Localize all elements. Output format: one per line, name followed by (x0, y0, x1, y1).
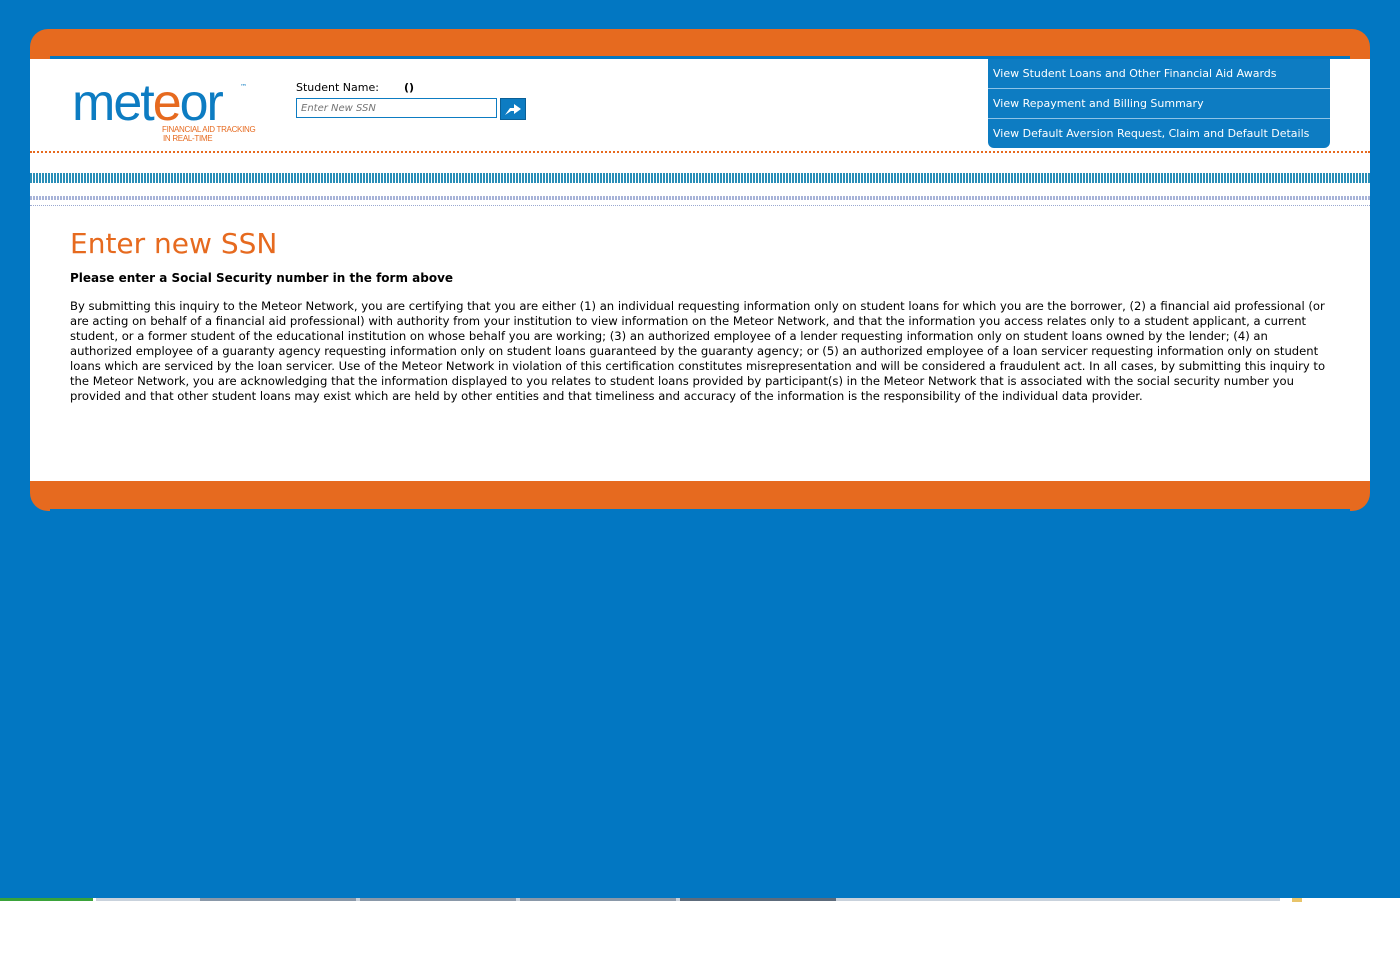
taskbar-button[interactable] (520, 898, 676, 901)
divider-orange (30, 151, 1370, 153)
logo-tagline-line-1: FINANCIAL AID TRACKING (162, 125, 256, 134)
logo-o-mark: e (152, 74, 182, 132)
disclaimer-text: By submitting this inquiry to the Meteor… (70, 299, 1326, 403)
arrow-go-icon (505, 104, 521, 115)
footer-bar (30, 481, 1370, 511)
logo-trademark: ™ (240, 83, 247, 91)
student-name-label: Student Name: (296, 81, 379, 94)
divider-teal (30, 173, 1370, 183)
taskbar (0, 898, 1400, 964)
page-frame: meteor ™ FINANCIAL AID TRACKING IN REAL-… (30, 29, 1370, 511)
ssn-input[interactable] (296, 98, 497, 118)
instruction-text: Please enter a Social Security number in… (70, 271, 454, 285)
logo-wordmark: meteor (72, 74, 224, 132)
ssn-submit-button[interactable] (500, 98, 526, 120)
taskbar-button[interactable] (200, 898, 356, 901)
taskbar-button-active[interactable] (680, 898, 836, 901)
footer-bar-accent (50, 509, 1350, 511)
logo-tagline: FINANCIAL AID TRACKING IN REAL-TIME (162, 125, 256, 143)
tray-icon[interactable] (1292, 898, 1302, 902)
logo-tagline-line-2: IN REAL-TIME (163, 134, 213, 143)
taskbar-button[interactable] (360, 898, 516, 901)
page-title: Enter new SSN (70, 227, 278, 260)
divider-dotted (30, 205, 1370, 206)
divider-lavender (30, 196, 1370, 200)
meteor-logo[interactable]: meteor ™ FINANCIAL AID TRACKING IN REAL-… (72, 74, 262, 147)
nav-item-repayment-billing[interactable]: View Repayment and Billing Summary (988, 89, 1330, 119)
header-bar (30, 29, 1370, 59)
nav-item-loans-awards[interactable]: View Student Loans and Other Financial A… (988, 59, 1330, 89)
student-name-value: () (404, 81, 415, 94)
start-button[interactable] (0, 898, 93, 901)
nav-menu: View Student Loans and Other Financial A… (988, 59, 1330, 148)
content-panel: meteor ™ FINANCIAL AID TRACKING IN REAL-… (30, 59, 1370, 481)
nav-item-default-aversion[interactable]: View Default Aversion Request, Claim and… (988, 119, 1330, 148)
